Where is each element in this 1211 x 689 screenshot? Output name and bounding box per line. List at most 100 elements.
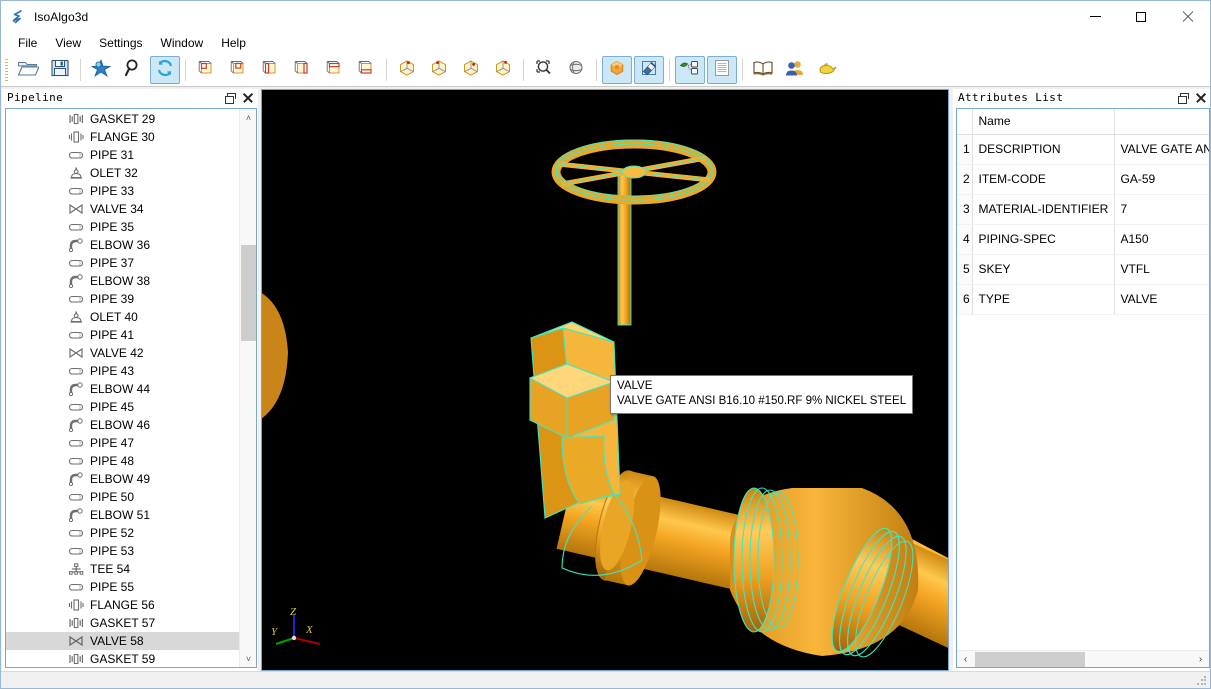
star-burst-button[interactable] bbox=[86, 56, 116, 84]
attributes-table-container[interactable]: Name 1DESCRIPTIONVALVE GATE ANSI B162ITE… bbox=[956, 108, 1210, 668]
tree-item-valve-42[interactable]: VALVE 42 bbox=[6, 344, 239, 362]
tree-item-elbow-49[interactable]: ELBOW 49 bbox=[6, 470, 239, 488]
view-back-button[interactable] bbox=[223, 56, 253, 84]
view-bottom-button[interactable] bbox=[351, 56, 381, 84]
toolbar-grip[interactable] bbox=[5, 59, 8, 81]
tree-item-gasket-57[interactable]: GASKET 57 bbox=[6, 614, 239, 632]
open-folder-button[interactable] bbox=[13, 56, 43, 84]
tree-item-pipe-41[interactable]: PIPE 41 bbox=[6, 326, 239, 344]
close-icon bbox=[1182, 11, 1193, 22]
tree-item-elbow-38[interactable]: ELBOW 38 bbox=[6, 272, 239, 290]
attribute-name: TYPE bbox=[972, 284, 1114, 314]
refresh-button[interactable] bbox=[150, 56, 180, 84]
table-row[interactable]: 4PIPING-SPECA150 bbox=[957, 224, 1209, 254]
tree-item-gasket-59[interactable]: GASKET 59 bbox=[6, 650, 239, 667]
attribute-name: DESCRIPTION bbox=[972, 134, 1114, 164]
view-iso-sw-button[interactable] bbox=[392, 56, 422, 84]
3d-viewport[interactable]: VALVE VALVE GATE ANSI B16.10 #150.RF 9% … bbox=[261, 89, 949, 671]
toolbar-separator bbox=[596, 59, 597, 81]
tree-item-label: PIPE 55 bbox=[90, 580, 134, 594]
pipeline-float-button[interactable] bbox=[222, 90, 237, 105]
tree-item-tee-54[interactable]: TEE 54 bbox=[6, 560, 239, 578]
view-iso-nw-button[interactable] bbox=[488, 56, 518, 84]
tree-item-pipe-37[interactable]: PIPE 37 bbox=[6, 254, 239, 272]
tree-item-flange-56[interactable]: FLANGE 56 bbox=[6, 596, 239, 614]
attributes-scroll-area[interactable]: Name 1DESCRIPTIONVALVE GATE ANSI B162ITE… bbox=[957, 109, 1209, 650]
tree-item-olet-32[interactable]: OLET 32 bbox=[6, 164, 239, 182]
view-left-button[interactable] bbox=[255, 56, 285, 84]
menu-item-view[interactable]: View bbox=[46, 34, 90, 52]
tree-item-olet-40[interactable]: OLET 40 bbox=[6, 308, 239, 326]
table-row[interactable]: 6TYPEVALVE bbox=[957, 284, 1209, 314]
annotation-labels-button[interactable] bbox=[675, 56, 705, 84]
pipeline-tree[interactable]: GASKET 29FLANGE 30PIPE 31OLET 32PIPE 33V… bbox=[5, 108, 257, 668]
tree-item-pipe-35[interactable]: PIPE 35 bbox=[6, 218, 239, 236]
list-report-button[interactable] bbox=[707, 56, 737, 84]
highlight-tag-button[interactable] bbox=[634, 56, 664, 84]
tree-item-elbow-44[interactable]: ELBOW 44 bbox=[6, 380, 239, 398]
minimize-button[interactable] bbox=[1072, 1, 1118, 32]
menu-item-window[interactable]: Window bbox=[152, 34, 213, 52]
view-iso-se-button[interactable] bbox=[424, 56, 454, 84]
magnifier-button[interactable] bbox=[118, 56, 148, 84]
tree-item-elbow-51[interactable]: ELBOW 51 bbox=[6, 506, 239, 524]
tree-item-pipe-55[interactable]: PIPE 55 bbox=[6, 578, 239, 596]
zoom-fit-button[interactable] bbox=[529, 56, 559, 84]
view-right-button[interactable] bbox=[287, 56, 317, 84]
column-header-index[interactable] bbox=[957, 109, 972, 134]
scroll-up-arrow-icon[interactable]: ˄ bbox=[240, 109, 257, 126]
tree-item-pipe-50[interactable]: PIPE 50 bbox=[6, 488, 239, 506]
open-folder-icon bbox=[17, 58, 39, 83]
tree-item-pipe-47[interactable]: PIPE 47 bbox=[6, 434, 239, 452]
tree-item-pipe-33[interactable]: PIPE 33 bbox=[6, 182, 239, 200]
users-button[interactable] bbox=[780, 56, 810, 84]
scroll-left-arrow-icon[interactable]: ‹ bbox=[957, 651, 974, 668]
float-icon bbox=[1178, 93, 1187, 102]
table-row[interactable]: 2ITEM-CODEGA-59 bbox=[957, 164, 1209, 194]
scroll-down-arrow-icon[interactable]: ˅ bbox=[240, 650, 257, 667]
tree-item-elbow-46[interactable]: ELBOW 46 bbox=[6, 416, 239, 434]
tree-item-pipe-53[interactable]: PIPE 53 bbox=[6, 542, 239, 560]
scrollbar-thumb[interactable] bbox=[241, 245, 256, 341]
pipeline-vertical-scrollbar[interactable]: ˄ ˅ bbox=[239, 109, 256, 667]
menu-item-settings[interactable]: Settings bbox=[90, 34, 151, 52]
rotate-view-button[interactable] bbox=[561, 56, 591, 84]
tree-item-pipe-52[interactable]: PIPE 52 bbox=[6, 524, 239, 542]
table-row[interactable]: 1DESCRIPTIONVALVE GATE ANSI B16 bbox=[957, 134, 1209, 164]
gasket-icon bbox=[68, 615, 85, 631]
scrollbar-thumb[interactable] bbox=[975, 652, 1085, 667]
tree-item-valve-58[interactable]: VALVE 58 bbox=[6, 632, 239, 650]
lamp-button[interactable] bbox=[812, 56, 842, 84]
table-row[interactable]: 5SKEYVTFL bbox=[957, 254, 1209, 284]
menu-item-help[interactable]: Help bbox=[212, 34, 255, 52]
menu-item-file[interactable]: File bbox=[9, 34, 46, 52]
scroll-right-arrow-icon[interactable]: › bbox=[1192, 651, 1209, 668]
pipeline-tree-list[interactable]: GASKET 29FLANGE 30PIPE 31OLET 32PIPE 33V… bbox=[6, 109, 239, 667]
save-button[interactable] bbox=[45, 56, 75, 84]
close-button[interactable] bbox=[1164, 1, 1210, 32]
view-top-button[interactable] bbox=[319, 56, 349, 84]
tree-item-pipe-39[interactable]: PIPE 39 bbox=[6, 290, 239, 308]
tree-item-pipe-31[interactable]: PIPE 31 bbox=[6, 146, 239, 164]
tree-item-pipe-45[interactable]: PIPE 45 bbox=[6, 398, 239, 416]
view-iso-ne-button[interactable] bbox=[456, 56, 486, 84]
attributes-close-button[interactable] bbox=[1193, 90, 1208, 105]
resize-grip[interactable] bbox=[1196, 675, 1208, 687]
maximize-button[interactable] bbox=[1118, 1, 1164, 32]
tree-item-pipe-43[interactable]: PIPE 43 bbox=[6, 362, 239, 380]
attributes-float-button[interactable] bbox=[1175, 90, 1190, 105]
tree-item-label: ELBOW 46 bbox=[90, 418, 150, 432]
tree-item-gasket-29[interactable]: GASKET 29 bbox=[6, 110, 239, 128]
table-row[interactable]: 3MATERIAL-IDENTIFIER7 bbox=[957, 194, 1209, 224]
attributes-horizontal-scrollbar[interactable]: ‹ › bbox=[957, 650, 1209, 667]
tree-item-valve-34[interactable]: VALVE 34 bbox=[6, 200, 239, 218]
solid-shading-button[interactable] bbox=[602, 56, 632, 84]
tree-item-flange-30[interactable]: FLANGE 30 bbox=[6, 128, 239, 146]
view-front-button[interactable] bbox=[191, 56, 221, 84]
book-button[interactable] bbox=[748, 56, 778, 84]
column-header-value[interactable] bbox=[1114, 109, 1209, 134]
tree-item-elbow-36[interactable]: ELBOW 36 bbox=[6, 236, 239, 254]
tree-item-pipe-48[interactable]: PIPE 48 bbox=[6, 452, 239, 470]
pipeline-close-button[interactable] bbox=[240, 90, 255, 105]
column-header-name[interactable]: Name bbox=[972, 109, 1114, 134]
